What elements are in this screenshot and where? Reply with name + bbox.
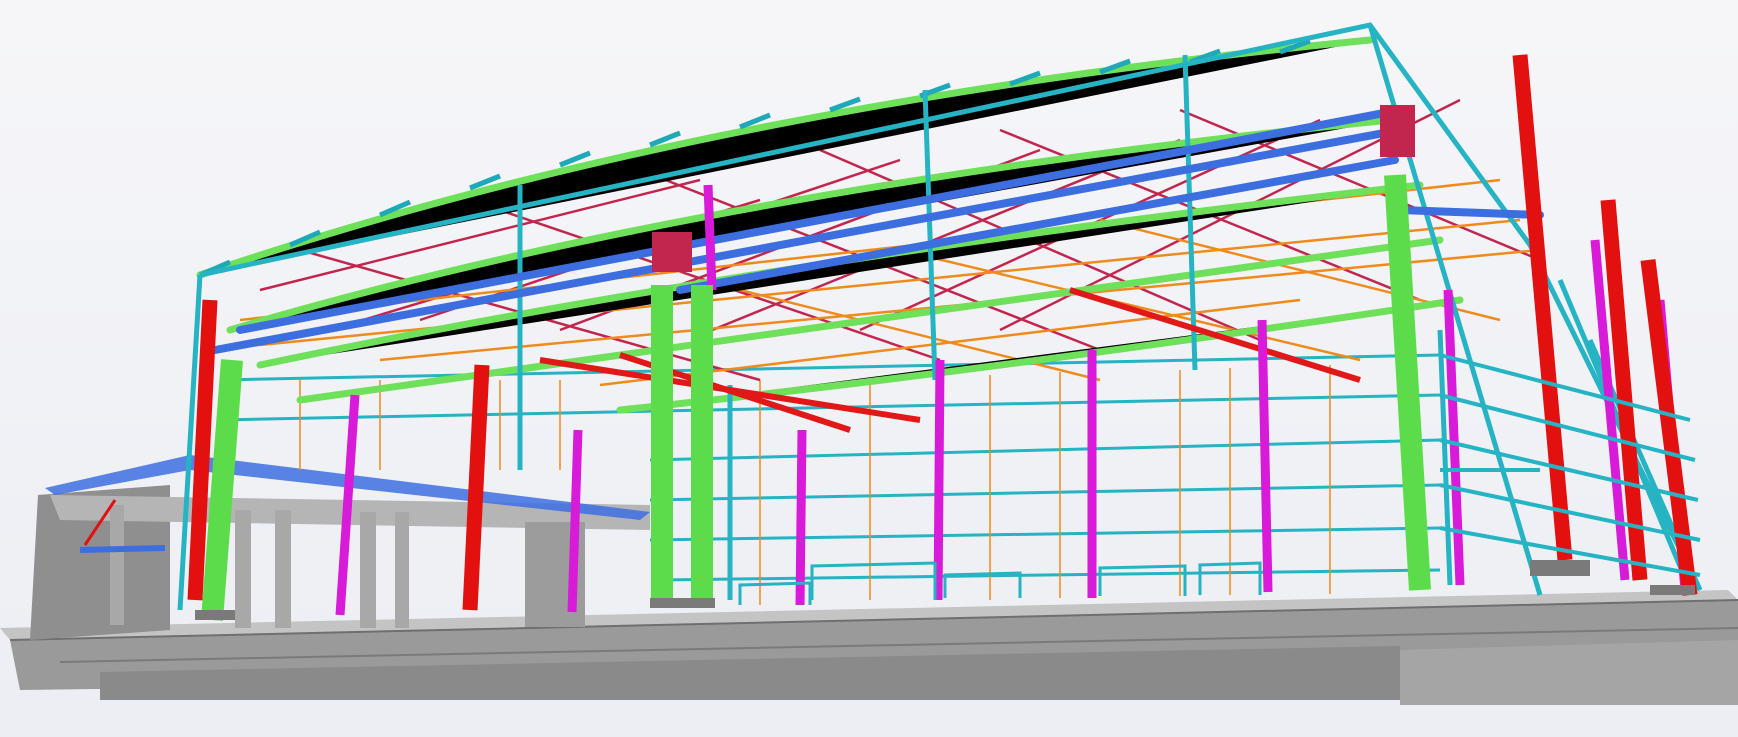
annex-pillar (110, 505, 124, 625)
steel-structure-model[interactable] (0, 0, 1738, 737)
annex-blue-beam (79, 545, 166, 553)
slab-right-block (1400, 640, 1738, 705)
3d-model-viewport[interactable] (0, 0, 1738, 737)
annex-pillar (360, 512, 376, 628)
annex-pillar (275, 510, 291, 628)
foundation-slab (0, 590, 1738, 705)
annex-pillar (395, 512, 409, 628)
door-frames (738, 561, 1262, 605)
annex-pillar (235, 510, 251, 628)
